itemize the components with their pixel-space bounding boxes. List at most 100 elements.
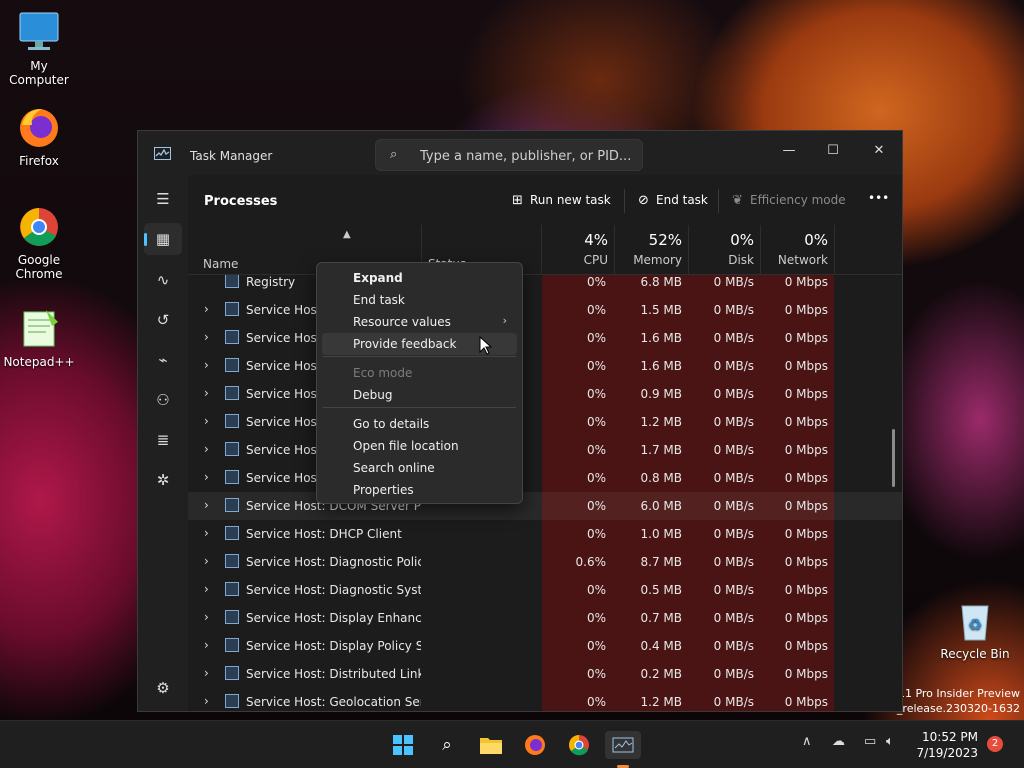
expand-chevron-icon[interactable]: › (204, 526, 209, 540)
hamburger-menu-icon[interactable]: ☰ (144, 183, 182, 215)
start-windows-icon[interactable] (389, 731, 417, 759)
expand-chevron-icon[interactable]: › (204, 470, 209, 484)
table-row[interactable]: › Service Host: Diagnostic Syste... 0% 0.5 … (188, 576, 902, 604)
show-hidden-icons-chevron-icon[interactable]: ∧ (802, 734, 812, 749)
taskbar-search-icon[interactable]: ⌕ (433, 731, 461, 759)
expand-chevron-icon[interactable]: › (204, 610, 209, 624)
column-header-network[interactable]: 0% Network (764, 231, 828, 267)
menu-item-search-online[interactable]: Search online (322, 457, 517, 479)
column-divider[interactable] (834, 225, 835, 275)
expand-chevron-icon[interactable]: › (204, 638, 209, 652)
menu-item-debug[interactable]: Debug (322, 384, 517, 406)
expand-chevron-icon[interactable]: › (204, 582, 209, 596)
system-clock[interactable]: 10:52 PM 7/19/2023 (910, 729, 978, 761)
table-row[interactable]: › Service Host: DHCP Client 0% 1.0 MB 0 MB/s… (188, 520, 902, 548)
table-row[interactable]: › Service Host: Distributed Link ... 0% 0.2… (188, 660, 902, 688)
desktop-icon-my-computer[interactable]: My Computer (1, 10, 77, 87)
nav-app-history-icon[interactable]: ↺ (144, 304, 182, 336)
table-row[interactable]: › Service Host: 0% 0.8 MB 0 MB/s 0 Mbps (188, 464, 902, 492)
maximize-button[interactable]: ☐ (810, 137, 856, 165)
column-header-cpu[interactable]: 4% CPU (544, 231, 608, 267)
menu-item-end-task[interactable]: End task (322, 289, 517, 311)
desktop-icon-label: Recycle Bin (940, 647, 1010, 661)
desktop-icon-recycle-bin[interactable]: ♻ Recycle Bin (937, 598, 1013, 661)
expand-chevron-icon[interactable]: › (204, 554, 209, 568)
close-button[interactable]: ✕ (856, 137, 902, 165)
taskbar-firefox-icon[interactable] (521, 731, 549, 759)
process-list[interactable]: Registry 0% 6.8 MB 0 MB/s 0 Mbps › Service Hos… (188, 275, 902, 711)
process-network: 0 Mbps (784, 667, 828, 681)
column-divider[interactable] (614, 225, 615, 275)
toolbar-divider (718, 189, 719, 213)
expand-chevron-icon[interactable]: › (204, 666, 209, 680)
nav-startup-apps-icon[interactable]: ⌁ (144, 344, 182, 376)
taskbar-chrome-icon[interactable] (565, 731, 593, 759)
column-header-name[interactable]: Name (203, 257, 238, 271)
table-row[interactable]: › Service Host: 0% 0.9 MB 0 MB/s 0 Mbps (188, 380, 902, 408)
search-input[interactable] (420, 145, 635, 167)
expand-chevron-icon[interactable]: › (204, 414, 209, 428)
nav-processes-icon[interactable]: ▦ (144, 223, 182, 255)
chrome-icon (16, 204, 62, 250)
process-memory: 1.2 MB (640, 695, 682, 709)
table-row[interactable]: › Service Host: 0% 1.2 MB 0 MB/s 0 Mbps (188, 408, 902, 436)
table-row[interactable]: › Service Host: 0% 1.6 MB 0 MB/s 0 Mbps (188, 324, 902, 352)
table-row[interactable]: › Service Host: Geolocation Serv... 0% 1.2 … (188, 688, 902, 711)
table-row[interactable]: › Service Host: Diagnostic Polic... 0.6% 8.… (188, 548, 902, 576)
vertical-scrollbar[interactable] (892, 429, 895, 487)
network-icon[interactable]: ▭ (864, 734, 876, 749)
nav-details-icon[interactable]: ≣ (144, 424, 182, 456)
expand-chevron-icon[interactable]: › (204, 442, 209, 456)
desktop-icon-google-chrome[interactable]: Google Chrome (1, 204, 77, 281)
mouse-cursor-icon (479, 336, 493, 355)
onedrive-offline-icon[interactable]: ☁ (832, 734, 845, 749)
table-row[interactable]: › Service Host: Display Enhance... 0% 0.7 M… (188, 604, 902, 632)
desktop-icon-notepad-plus-plus[interactable]: Notepad++ (1, 306, 77, 369)
process-cpu: 0% (586, 695, 606, 709)
table-row[interactable]: › Service Host: DCOM Server Pr... 0% 6.0 MB… (188, 492, 902, 520)
nav-services-icon[interactable]: ✲ (144, 464, 182, 496)
expand-chevron-icon[interactable]: › (204, 498, 209, 512)
volume-icon[interactable]: 🔈︎ (886, 734, 894, 749)
column-divider[interactable] (760, 225, 761, 275)
desktop-icon-firefox[interactable]: Firefox (1, 105, 77, 168)
end-task-button[interactable]: ⊘ End task (638, 193, 708, 208)
column-divider[interactable] (541, 225, 542, 275)
toolbar-divider (624, 189, 625, 213)
more-options-button[interactable]: ••• (868, 191, 889, 205)
expand-chevron-icon[interactable]: › (204, 694, 209, 708)
process-memory: 1.2 MB (640, 415, 682, 429)
table-row[interactable]: › Service Host: 0% 1.6 MB 0 MB/s 0 Mbps (188, 352, 902, 380)
expand-chevron-icon[interactable]: › (204, 302, 209, 316)
search-box[interactable]: ⌕ (375, 139, 643, 171)
nav-users-icon[interactable]: ⚇ (144, 384, 182, 416)
table-row[interactable]: Registry 0% 6.8 MB 0 MB/s 0 Mbps (188, 275, 902, 296)
file-explorer-icon[interactable] (477, 731, 505, 759)
expand-chevron-icon[interactable]: › (204, 358, 209, 372)
menu-item-go-to-details[interactable]: Go to details (322, 413, 517, 435)
efficiency-mode-button[interactable]: ❦ Efficiency mode (732, 193, 846, 208)
menu-item-expand[interactable]: Expand (322, 267, 517, 289)
run-new-task-button[interactable]: ⊞ Run new task (512, 193, 611, 208)
notification-badge[interactable]: 2 (987, 736, 1003, 752)
taskbar-task-manager-icon[interactable] (605, 731, 641, 768)
expand-chevron-icon[interactable]: › (204, 330, 209, 344)
nav-performance-icon[interactable]: ∿ (144, 264, 182, 296)
column-header-disk[interactable]: 0% Disk (692, 231, 754, 267)
expand-chevron-icon[interactable]: › (204, 386, 209, 400)
menu-item-eco-mode[interactable]: Eco mode (322, 362, 517, 384)
sort-ascending-icon[interactable]: ▲ (343, 229, 351, 240)
column-divider[interactable] (688, 225, 689, 275)
title-bar[interactable]: Task Manager ⌕ — ☐ ✕ (138, 131, 902, 175)
table-row[interactable]: › Service Host: 0% 1.7 MB 0 MB/s 0 Mbps (188, 436, 902, 464)
column-header-memory[interactable]: 52% Memory (618, 231, 682, 267)
minimize-button[interactable]: — (766, 137, 812, 165)
table-row[interactable]: › Service Host: 0% 1.5 MB 0 MB/s 0 Mbps (188, 296, 902, 324)
nav-settings-gear-icon[interactable]: ⚙ (144, 672, 182, 704)
table-row[interactable]: › Service Host: Display Policy Se... 0% 0.4… (188, 632, 902, 660)
process-disk: 0 MB/s (713, 555, 754, 569)
menu-item-open-file-location[interactable]: Open file location (322, 435, 517, 457)
menu-item-properties[interactable]: Properties (322, 479, 517, 501)
disk-label: Disk (728, 253, 754, 267)
menu-item-resource-values[interactable]: Resource values › (322, 311, 517, 333)
